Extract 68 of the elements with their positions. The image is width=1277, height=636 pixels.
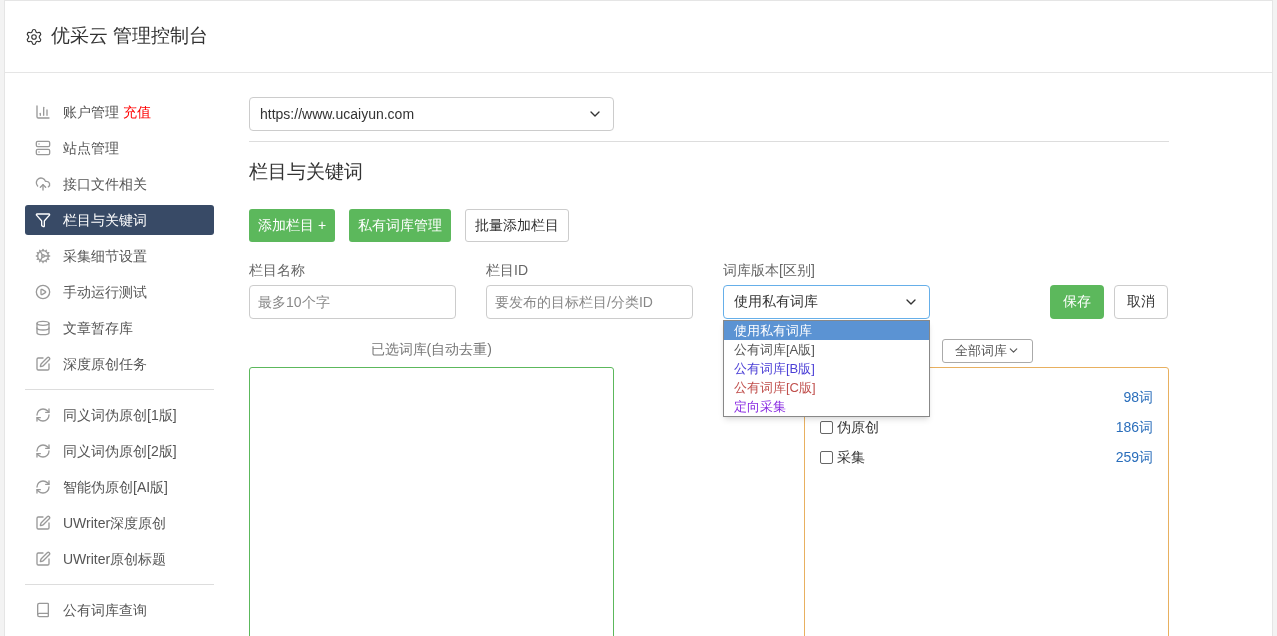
- checkbox[interactable]: [819, 421, 833, 434]
- word-count: 98词: [1123, 388, 1153, 407]
- sidebar-item[interactable]: 账户管理 充值: [25, 97, 214, 127]
- sidebar-item[interactable]: 公有词库查询: [25, 595, 214, 625]
- sidebar-item[interactable]: 栏目与关键词: [25, 205, 214, 235]
- settings-icon: [25, 27, 43, 46]
- sidebar-item[interactable]: UWriter深度原创: [25, 508, 214, 538]
- site-select[interactable]: https://www.ucaiyun.com: [249, 97, 614, 131]
- word-count: 259词: [1115, 448, 1153, 467]
- sidebar-item[interactable]: 手动运行测试: [25, 277, 214, 307]
- sidebar-label: 文章暂存库: [63, 318, 133, 338]
- checkbox[interactable]: [819, 451, 833, 464]
- filter-icon: [35, 212, 51, 228]
- sidebar-label: 站点管理: [63, 138, 119, 158]
- sidebar-label: UWriter深度原创: [63, 513, 167, 533]
- sidebar-item[interactable]: 智能伪原创[AI版]: [25, 472, 214, 502]
- action-button[interactable]: 批量添加栏目: [465, 208, 570, 242]
- edit-icon: [35, 515, 51, 531]
- sidebar-label: 同义词伪原创[2版]: [63, 441, 177, 461]
- sidebar-label: 手动运行测试: [63, 282, 147, 302]
- play-icon: [35, 284, 51, 300]
- version-select[interactable]: 使用私有词库: [723, 284, 930, 319]
- sidebar-item[interactable]: 采集细节设置: [25, 241, 214, 271]
- sidebar-item[interactable]: 站点管理: [25, 133, 214, 163]
- sidebar-item[interactable]: 接口文件相关: [25, 169, 214, 199]
- gears-icon: [35, 248, 51, 264]
- input-field[interactable]: 要发布的目标栏目/分类ID: [486, 284, 693, 319]
- edit-icon: [35, 356, 51, 372]
- book-icon: [35, 602, 51, 618]
- sidebar-item[interactable]: 同义词伪原创[1版]: [25, 400, 214, 430]
- panel-title: 已选词库(自动去重): [370, 339, 492, 359]
- sidebar-label: UWriter原创标题: [63, 549, 167, 569]
- refresh-icon: [35, 407, 51, 423]
- sidebar-item[interactable]: 深度原创任务: [25, 349, 214, 379]
- sidebar-item[interactable]: 同义词伪原创[2版]: [25, 436, 214, 466]
- app-title: 优采云 管理控制台: [51, 24, 209, 49]
- dropdown-option[interactable]: 定向采集: [724, 396, 929, 416]
- sidebar-label: 栏目与关键词: [63, 210, 147, 230]
- sidebar-label: 接口文件相关: [63, 174, 147, 194]
- sidebar-label: 账户管理: [63, 102, 119, 122]
- sidebar-item[interactable]: UWriter原创标题: [25, 544, 214, 574]
- word-count: 186词: [1115, 418, 1153, 437]
- field-label: 栏目名称: [249, 260, 306, 280]
- section-title: 栏目与关键词: [249, 160, 364, 184]
- sidebar-label: 同义词伪原创[1版]: [63, 405, 177, 425]
- field-label: 词库版本[区别]: [723, 260, 816, 280]
- refresh-icon: [35, 479, 51, 495]
- library-label: 伪原创: [836, 418, 879, 437]
- sidebar-label: 智能伪原创[AI版]: [63, 477, 168, 497]
- database-icon: [35, 320, 51, 336]
- input-field[interactable]: 最多10个字: [249, 284, 456, 319]
- edit-icon: [35, 551, 51, 567]
- recharge-link[interactable]: 充值: [123, 101, 151, 123]
- dropdown-option[interactable]: 公有词库[C版]: [724, 377, 929, 397]
- sidebar-label: 采集细节设置: [63, 246, 147, 266]
- sidebar-label: 公有词库查询: [63, 600, 147, 620]
- bar-chart-icon: [35, 104, 51, 120]
- sidebar-item[interactable]: 文章暂存库: [25, 313, 214, 343]
- library-label: 采集: [836, 448, 865, 467]
- field-label: 栏目ID: [486, 260, 529, 280]
- dropdown-option[interactable]: 公有词库[B版]: [724, 358, 929, 378]
- sidebar-label: 深度原创任务: [63, 354, 147, 374]
- server-icon: [35, 140, 51, 156]
- cancel-button[interactable]: 取消: [1114, 284, 1168, 319]
- refresh-icon: [35, 443, 51, 459]
- cloud-upload-icon: [35, 176, 51, 192]
- library-filter-select[interactable]: 全部词库: [941, 338, 1033, 363]
- dropdown-option[interactable]: 公有词库[A版]: [724, 339, 929, 359]
